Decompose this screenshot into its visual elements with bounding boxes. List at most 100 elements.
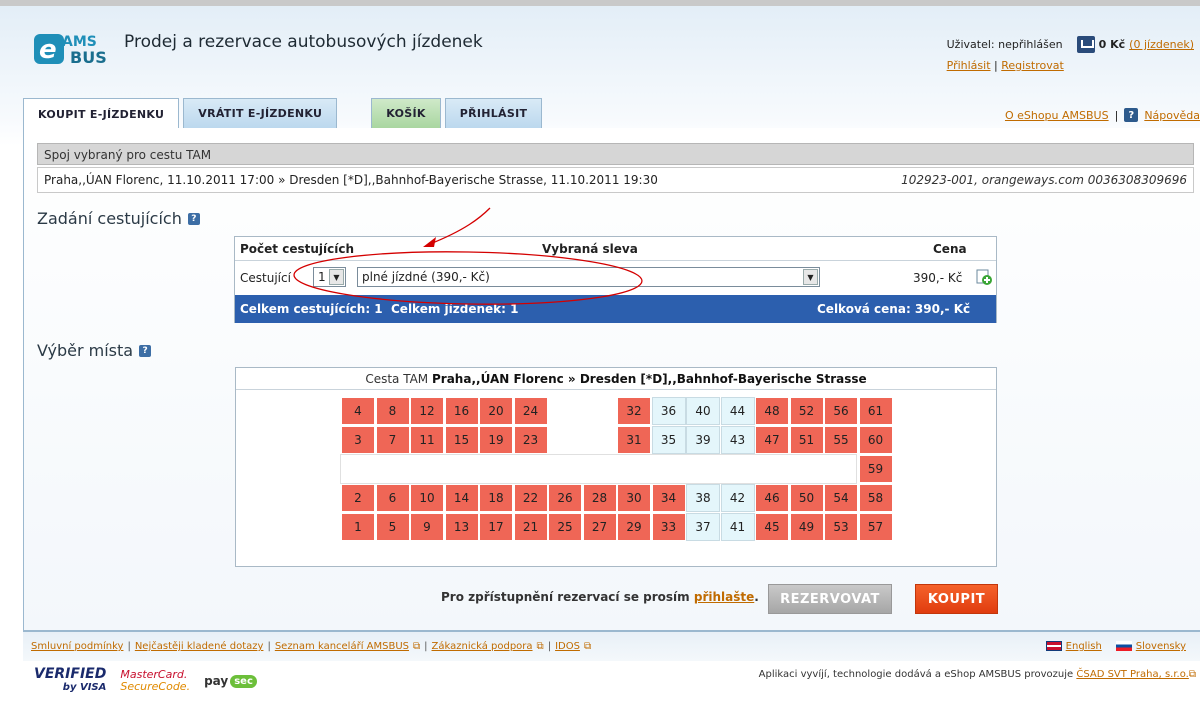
login-note-text: Pro zpřístupnění rezervací se prosím bbox=[441, 590, 690, 604]
seat-48: 48 bbox=[755, 397, 789, 425]
reserve-button[interactable]: REZERVOVAT bbox=[768, 584, 892, 614]
seat-17: 17 bbox=[479, 513, 513, 541]
seat-10: 10 bbox=[410, 484, 444, 512]
slovak-flag-icon bbox=[1115, 641, 1132, 651]
user-status: Uživatel: nepřihlášen bbox=[946, 38, 1063, 51]
seat-45: 45 bbox=[755, 513, 789, 541]
seat-51: 51 bbox=[789, 426, 824, 454]
lang-english-link[interactable]: English bbox=[1066, 641, 1102, 652]
seat-61: 61 bbox=[858, 397, 893, 425]
lang-english[interactable]: English bbox=[1045, 641, 1102, 652]
seat-49: 49 bbox=[789, 513, 824, 541]
connection-row: Praha,,ÚAN Florenc, 11.10.2011 17:00 » D… bbox=[37, 167, 1194, 193]
lang-slovak[interactable]: Slovensky bbox=[1115, 641, 1186, 652]
main-tabs: KOUPIT E-JÍZDENKU VRÁTIT E-JÍZDENKU KOŠÍ… bbox=[23, 98, 543, 129]
external-link-icon: ⧉ bbox=[583, 641, 592, 652]
seat-46: 46 bbox=[755, 484, 789, 512]
connection-route: Praha,,ÚAN Florenc, 11.10.2011 17:00 » D… bbox=[44, 173, 658, 187]
seat-11: 11 bbox=[410, 426, 444, 454]
cart-tickets-link[interactable]: (0 jízdenek) bbox=[1129, 38, 1194, 51]
passenger-row-label: Cestující bbox=[240, 271, 291, 285]
tab-buy-ticket[interactable]: KOUPIT E-JÍZDENKU bbox=[23, 98, 180, 129]
passenger-count-select[interactable]: 1 ▼ bbox=[313, 267, 346, 287]
verified-by-visa-logo: VERIFIED by VISA bbox=[34, 667, 106, 694]
site-title: Prodej a rezervace autobusových jízdenek bbox=[124, 32, 483, 52]
seat-53: 53 bbox=[824, 513, 858, 541]
cart-icon[interactable] bbox=[1076, 36, 1095, 53]
footer-link-terms[interactable]: Smluvní podmínky bbox=[31, 641, 123, 652]
seat-39[interactable]: 39 bbox=[686, 426, 720, 454]
login-link[interactable]: Přihlásit bbox=[947, 59, 991, 72]
external-link-icon: ⧉ bbox=[1188, 669, 1196, 680]
seat-19: 19 bbox=[479, 426, 513, 454]
discount-select[interactable]: plné jízdné (390,- Kč) ▼ bbox=[357, 267, 820, 287]
passenger-row: Cestující 1 ▼ plné jízdné (390,- Kč) ▼ 3… bbox=[235, 261, 996, 295]
seat-1: 1 bbox=[341, 513, 375, 541]
seat-4: 4 bbox=[341, 397, 375, 425]
seat-44[interactable]: 44 bbox=[720, 397, 755, 425]
seat-60: 60 bbox=[858, 426, 893, 454]
seat-14: 14 bbox=[444, 484, 479, 512]
tab-login[interactable]: PŘIHLÁSIT bbox=[444, 98, 543, 128]
paysec-logo: pay sec bbox=[204, 674, 257, 688]
user-box: Uživatel: nepřihlášen 0 Kč (0 jízdenek) … bbox=[947, 36, 1194, 72]
seat-55: 55 bbox=[824, 426, 858, 454]
lang-slovak-link[interactable]: Slovensky bbox=[1136, 641, 1186, 652]
login-note-link[interactable]: přihlašte bbox=[694, 590, 754, 604]
tab-return-ticket[interactable]: VRÁTIT E-JÍZDENKU bbox=[183, 98, 338, 128]
add-passenger-icon[interactable] bbox=[976, 269, 992, 285]
footer-link-idos[interactable]: IDOS bbox=[555, 641, 580, 652]
tab-cart[interactable]: KOŠÍK bbox=[371, 98, 441, 128]
help-icon[interactable]: ? bbox=[187, 212, 200, 225]
seat-33: 33 bbox=[651, 513, 686, 541]
seat-59: 59 bbox=[858, 455, 893, 483]
footer-link-support[interactable]: Zákaznická podpora bbox=[432, 641, 533, 652]
chevron-down-icon[interactable]: ▼ bbox=[803, 269, 818, 285]
link-separator: | bbox=[1114, 108, 1119, 122]
link-separator: | bbox=[424, 641, 428, 652]
seat-36[interactable]: 36 bbox=[651, 397, 686, 425]
language-switcher: English Slovensky bbox=[1045, 641, 1186, 652]
seat-57: 57 bbox=[858, 513, 893, 541]
about-eshop-link[interactable]: O eShopu AMSBUS bbox=[1005, 109, 1109, 122]
seat-12: 12 bbox=[410, 397, 444, 425]
help-icon[interactable]: ? bbox=[1124, 108, 1139, 122]
footer-link-offices[interactable]: Seznam kanceláří AMSBUS bbox=[275, 641, 409, 652]
seat-38[interactable]: 38 bbox=[686, 484, 720, 512]
passengers-summary-bar: Celkem cestujících: 1 Celkem jízdenek: 1… bbox=[235, 295, 996, 323]
total-passengers: Celkem cestujících: 1 bbox=[240, 302, 383, 316]
cart-amount: 0 Kč bbox=[1098, 38, 1126, 51]
seat-37[interactable]: 37 bbox=[686, 513, 720, 541]
seat-21: 21 bbox=[513, 513, 548, 541]
seat-18: 18 bbox=[479, 484, 513, 512]
seat-41[interactable]: 41 bbox=[720, 513, 755, 541]
footer-bar: Smluvní podmínky | Nejčastěji kladené dot… bbox=[23, 631, 1200, 661]
passengers-section-title: Zadání cestujících ? bbox=[37, 209, 200, 228]
login-note: Pro zpřístupnění rezervací se prosím při… bbox=[441, 590, 759, 604]
seat-52: 52 bbox=[789, 397, 824, 425]
seat-20: 20 bbox=[479, 397, 513, 425]
passenger-count-value: 1 bbox=[318, 270, 326, 284]
seat-map-caption: Cesta TAM Praha,,ÚAN Florenc » Dresden [… bbox=[236, 368, 996, 390]
chevron-down-icon[interactable]: ▼ bbox=[329, 269, 344, 285]
seat-43[interactable]: 43 bbox=[720, 426, 755, 454]
seat-35[interactable]: 35 bbox=[651, 426, 686, 454]
credit-line: Aplikaci vyvíjí, technologie dodává a eS… bbox=[759, 669, 1196, 680]
svg-text:e: e bbox=[39, 35, 57, 65]
register-link[interactable]: Registrovat bbox=[1001, 59, 1064, 72]
credit-link[interactable]: ČSAD SVT Praha, s.r.o. bbox=[1076, 669, 1189, 680]
help-link[interactable]: Nápověda bbox=[1144, 109, 1200, 122]
amsbus-logo[interactable]: e AMS BUS bbox=[34, 30, 118, 66]
total-price: Celková cena: 390,- Kč bbox=[817, 302, 971, 316]
seat-34: 34 bbox=[651, 484, 686, 512]
seat-42[interactable]: 42 bbox=[720, 484, 755, 512]
buy-button[interactable]: KOUPIT bbox=[915, 584, 998, 614]
footer-links: Smluvní podmínky | Nejčastěji kladené dot… bbox=[31, 641, 591, 652]
connection-header: Spoj vybraný pro cestu TAM bbox=[37, 143, 1194, 165]
seat-7: 7 bbox=[375, 426, 410, 454]
footer-link-faq[interactable]: Nejčastěji kladené dotazy bbox=[135, 641, 264, 652]
seat-40[interactable]: 40 bbox=[686, 397, 720, 425]
help-icon[interactable]: ? bbox=[139, 344, 152, 357]
paysec-b-text: sec bbox=[230, 674, 257, 688]
passengers-table: Počet cestujících Vybraná sleva Cena Ces… bbox=[234, 236, 997, 323]
